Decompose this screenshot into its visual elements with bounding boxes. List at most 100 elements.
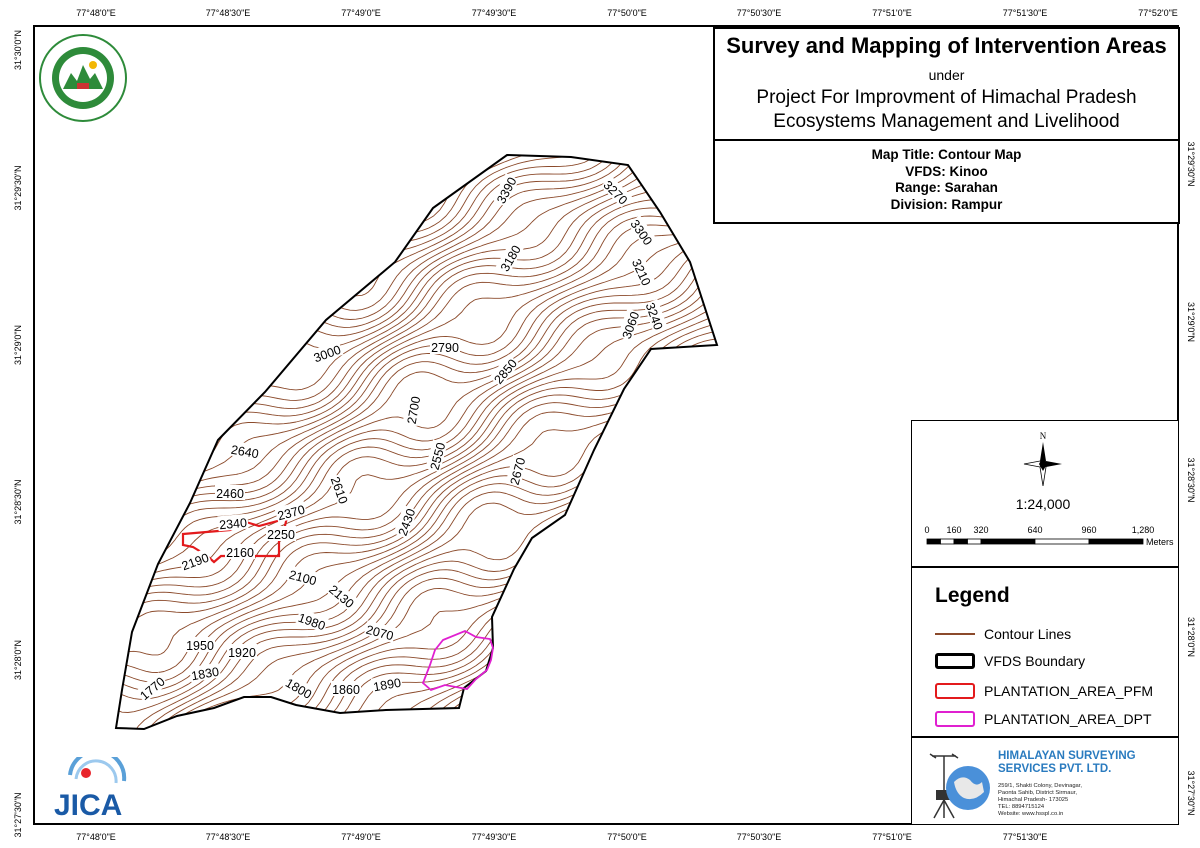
legend-item: Contour Lines bbox=[912, 623, 1178, 645]
jica-logo: JICA bbox=[54, 757, 127, 819]
scalebar-segment bbox=[953, 538, 968, 545]
scalebar-tick-label: 320 bbox=[973, 525, 988, 535]
contour-label: 3210 bbox=[629, 257, 653, 288]
legend-item-label: VFDS Boundary bbox=[984, 653, 1086, 669]
north-arrow-and-scalebar: N 1:24,000 0 160 320 640 960 1,280 Meters bbox=[924, 431, 1174, 547]
svg-text:N: N bbox=[1040, 431, 1047, 441]
scalebar-segment bbox=[1088, 538, 1144, 545]
title-panel: Survey and Mapping of Intervention Areas… bbox=[713, 27, 1180, 224]
contour-label-group: 1830 bbox=[188, 662, 221, 683]
contour-label-group: 1800 bbox=[282, 673, 316, 702]
map-info: Map Title: Contour Map VFDS: Kinoo Range… bbox=[715, 147, 1178, 213]
legend-item-label: PLANTATION_AREA_DPT bbox=[984, 711, 1152, 727]
contour-label: 2610 bbox=[328, 475, 351, 506]
scalebar-segment bbox=[980, 538, 1036, 545]
contour-label: 2250 bbox=[267, 528, 295, 542]
contour-label-group: 3000 bbox=[310, 340, 344, 365]
legend-title: Legend bbox=[935, 584, 1010, 607]
polygon-swatch bbox=[935, 653, 975, 669]
legend-item: VFDS Boundary bbox=[912, 650, 1178, 672]
contour-label: 2670 bbox=[508, 456, 529, 487]
scalebar: 0 160 320 640 960 1,280 Meters bbox=[924, 525, 1174, 547]
contour-label: 3000 bbox=[312, 343, 343, 366]
polygon-swatch bbox=[935, 683, 975, 699]
project-line-2: Ecosystems Management and Livelihood bbox=[773, 111, 1120, 132]
north-arrow-icon: N bbox=[1023, 431, 1062, 487]
contour-label-group: 2160 bbox=[225, 544, 255, 560]
contour-label-group: 2640 bbox=[229, 440, 262, 461]
contour-label-group: 2790 bbox=[430, 339, 460, 355]
contour-label: 2370 bbox=[276, 503, 307, 524]
forest-department-logo bbox=[39, 34, 127, 122]
company-name-line-1: HIMALAYAN SURVEYING bbox=[998, 750, 1136, 762]
contour-label-group: 2070 bbox=[363, 620, 397, 644]
legend-item: PLANTATION_AREA_PFM bbox=[912, 680, 1178, 702]
company-address-line: 259/1, Shakti Colony, Devinagar, bbox=[998, 783, 1082, 789]
contour-label-group: 2460 bbox=[215, 485, 245, 501]
company-address-line: TEL: 8894715124 bbox=[998, 804, 1045, 810]
contour-label-group: 2100 bbox=[286, 565, 320, 589]
scalebar-tick-label: 0 bbox=[924, 525, 929, 535]
legend-item: PLANTATION_AREA_DPT bbox=[912, 708, 1178, 730]
scalebar-tick-label: 160 bbox=[946, 525, 961, 535]
contour-label: 2190 bbox=[180, 551, 211, 574]
legend-panel: Legend Contour Lines VFDS Boundary PLANTAT… bbox=[911, 567, 1179, 737]
map-title-text: Map Title: Contour Map bbox=[871, 147, 1022, 162]
legend-item-label: Contour Lines bbox=[984, 626, 1072, 642]
contour-label-group: 1950 bbox=[185, 637, 215, 653]
scalebar-segment bbox=[926, 538, 941, 545]
scalebar-unit: Meters bbox=[1146, 537, 1174, 547]
project-line-1: Project For Improvment of Himachal Prade… bbox=[756, 87, 1137, 108]
contour-label: 2070 bbox=[364, 623, 395, 644]
contour-label: 2160 bbox=[226, 546, 254, 560]
contour-label-group: 2340 bbox=[217, 513, 249, 532]
scalebar-tick-label: 640 bbox=[1027, 525, 1042, 535]
contour-label: 1860 bbox=[332, 683, 360, 697]
contour-label-group: 3390 bbox=[491, 173, 520, 207]
scalebar-segment bbox=[940, 538, 955, 545]
company-address: 259/1, Shakti Colony, Devinagar, Paonta S… bbox=[998, 783, 1082, 818]
company-address-line: Website: www.hsspl.co.in bbox=[998, 811, 1064, 817]
contour-label-group: 1860 bbox=[331, 681, 361, 697]
polygon-swatch bbox=[935, 711, 975, 727]
contour-label: 2790 bbox=[431, 341, 459, 355]
range-text: Range: Sarahan bbox=[895, 180, 998, 195]
scalebar-tick-label: 1,280 bbox=[1132, 525, 1155, 535]
contour-label-group: 2430 bbox=[393, 505, 418, 539]
contour-label: 1950 bbox=[186, 639, 214, 653]
company-name: HIMALAYAN SURVEYING SERVICES PVT. LTD. bbox=[998, 750, 1136, 776]
division-text: Division: Rampur bbox=[890, 196, 1003, 212]
contour-label-group: 2850 bbox=[489, 354, 520, 387]
contour-label: 3060 bbox=[620, 310, 643, 341]
scale-ratio: 1:24,000 bbox=[1016, 496, 1071, 512]
contour-label: 1920 bbox=[228, 646, 256, 660]
svg-text:JICA: JICA bbox=[54, 789, 122, 819]
contour-label-group: 1920 bbox=[227, 644, 257, 660]
map-main-title: Survey and Mapping of Intervention Areas bbox=[726, 33, 1167, 58]
contour-label-group: 3300 bbox=[627, 215, 658, 249]
contour-label: 2460 bbox=[216, 487, 244, 501]
contour-label: 3390 bbox=[494, 175, 519, 206]
contour-label-group: 2250 bbox=[266, 526, 296, 542]
contour-label: 2100 bbox=[287, 568, 318, 589]
contour-label-group: 2670 bbox=[505, 454, 529, 488]
company-address-line: Himachal Pradesh- 173025 bbox=[998, 797, 1069, 803]
company-name-line-2: SERVICES PVT. LTD. bbox=[998, 763, 1112, 775]
title-divider bbox=[715, 139, 1178, 141]
contour-label-group: 2700 bbox=[402, 393, 423, 426]
company-panel: HIMALAYAN SURVEYING SERVICES PVT. LTD. 2… bbox=[911, 737, 1179, 825]
scalebar-tick-label: 960 bbox=[1081, 525, 1096, 535]
contour-label-group: 2610 bbox=[328, 473, 353, 507]
scale-panel: N 1:24,000 0 160 320 640 960 1,280 Meters bbox=[911, 420, 1179, 567]
vfds-text: VFDS: Kinoo bbox=[905, 163, 988, 179]
project-name: Project For Improvment of Himachal Prade… bbox=[715, 86, 1178, 134]
contour-label: 2340 bbox=[219, 516, 248, 532]
contour-label: 2430 bbox=[396, 507, 419, 538]
scalebar-segment bbox=[1034, 538, 1090, 545]
company-address-line: Paonta Sahib, District Sirmaur, bbox=[998, 790, 1077, 796]
contour-label-group: 2370 bbox=[274, 500, 308, 524]
legend-item-label: PLANTATION_AREA_PFM bbox=[984, 683, 1154, 699]
title-under: under bbox=[928, 67, 965, 83]
scalebar-segment bbox=[967, 538, 982, 545]
contour-line-swatch bbox=[935, 633, 975, 635]
